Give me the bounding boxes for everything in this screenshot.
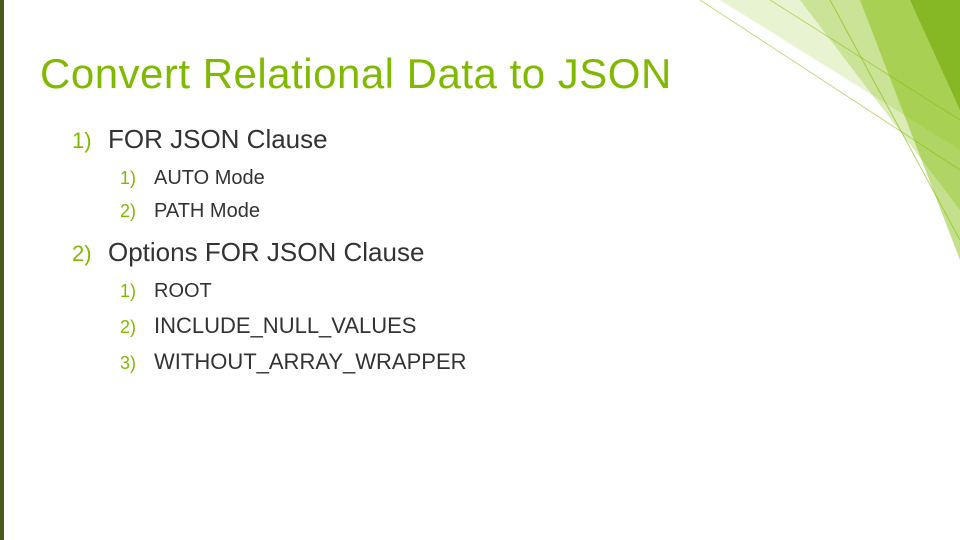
list-text: PATH Mode [154, 200, 260, 223]
sublist: 1) ROOT 2) INCLUDE_NULL_VALUES 3) WITHOU… [120, 280, 920, 375]
list-item: 1) ROOT [120, 280, 920, 303]
list-item: 2) INCLUDE_NULL_VALUES [120, 313, 920, 339]
list-number: 2) [120, 201, 144, 222]
list-number: 1) [72, 128, 98, 154]
list-text: FOR JSON Clause [108, 124, 328, 155]
sublist: 1) AUTO Mode 2) PATH Mode [120, 167, 920, 223]
list-item: 1) FOR JSON Clause 1) AUTO Mode 2) PATH … [72, 124, 920, 223]
outline-list: 1) FOR JSON Clause 1) AUTO Mode 2) PATH … [72, 124, 920, 375]
slide-title: Convert Relational Data to JSON [40, 50, 920, 98]
list-item: 2) Options FOR JSON Clause 1) ROOT 2) IN… [72, 237, 920, 375]
list-number: 2) [120, 317, 144, 338]
list-text: WITHOUT_ARRAY_WRAPPER [154, 349, 467, 375]
list-text: INCLUDE_NULL_VALUES [154, 313, 416, 339]
list-item: 1) AUTO Mode [120, 167, 920, 190]
list-number: 1) [120, 168, 144, 189]
slide-body: Convert Relational Data to JSON 1) FOR J… [0, 0, 960, 540]
list-text: Options FOR JSON Clause [108, 237, 424, 268]
list-text: ROOT [154, 280, 212, 303]
list-number: 3) [120, 353, 144, 374]
list-item: 3) WITHOUT_ARRAY_WRAPPER [120, 349, 920, 375]
list-text: AUTO Mode [154, 167, 265, 190]
list-item: 2) PATH Mode [120, 200, 920, 223]
list-number: 2) [72, 241, 98, 267]
list-number: 1) [120, 281, 144, 302]
